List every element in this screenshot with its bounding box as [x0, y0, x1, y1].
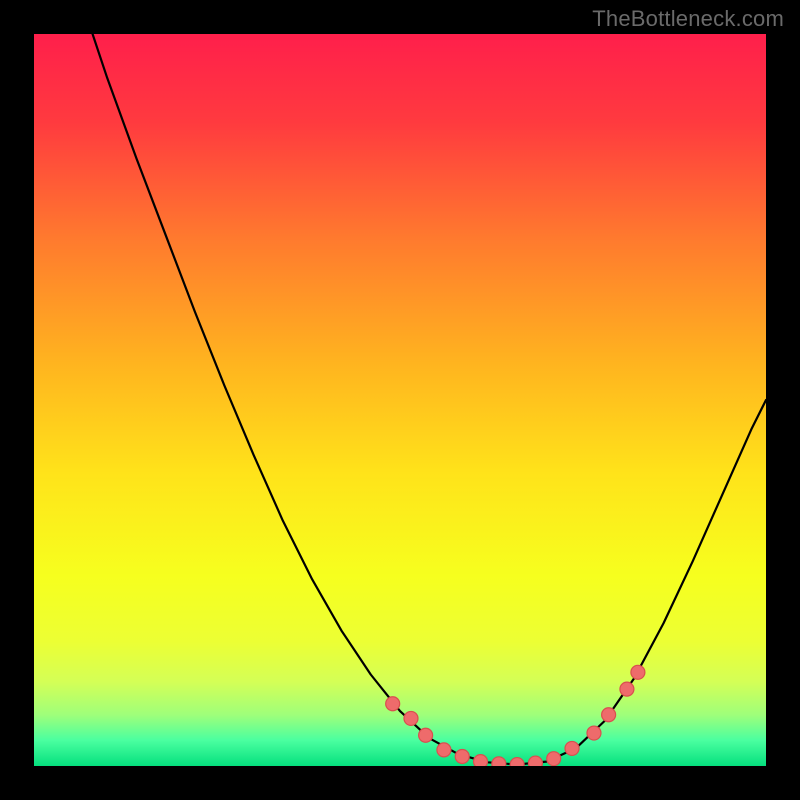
- chart-svg: [34, 34, 766, 766]
- data-point-marker: [474, 755, 488, 766]
- data-point-marker: [631, 665, 645, 679]
- data-point-marker: [404, 711, 418, 725]
- data-point-marker: [547, 752, 561, 766]
- data-point-marker: [419, 728, 433, 742]
- data-point-marker: [587, 726, 601, 740]
- attribution-text: TheBottleneck.com: [592, 6, 784, 32]
- data-point-marker: [620, 682, 634, 696]
- data-point-marker: [437, 743, 451, 757]
- data-point-marker: [602, 708, 616, 722]
- data-point-marker: [510, 758, 524, 766]
- data-point-marker: [455, 749, 469, 763]
- data-point-marker: [386, 697, 400, 711]
- chart-canvas: [34, 34, 766, 766]
- data-point-marker: [492, 757, 506, 766]
- chart-background: [34, 34, 766, 766]
- data-point-marker: [565, 741, 579, 755]
- data-point-marker: [528, 756, 542, 766]
